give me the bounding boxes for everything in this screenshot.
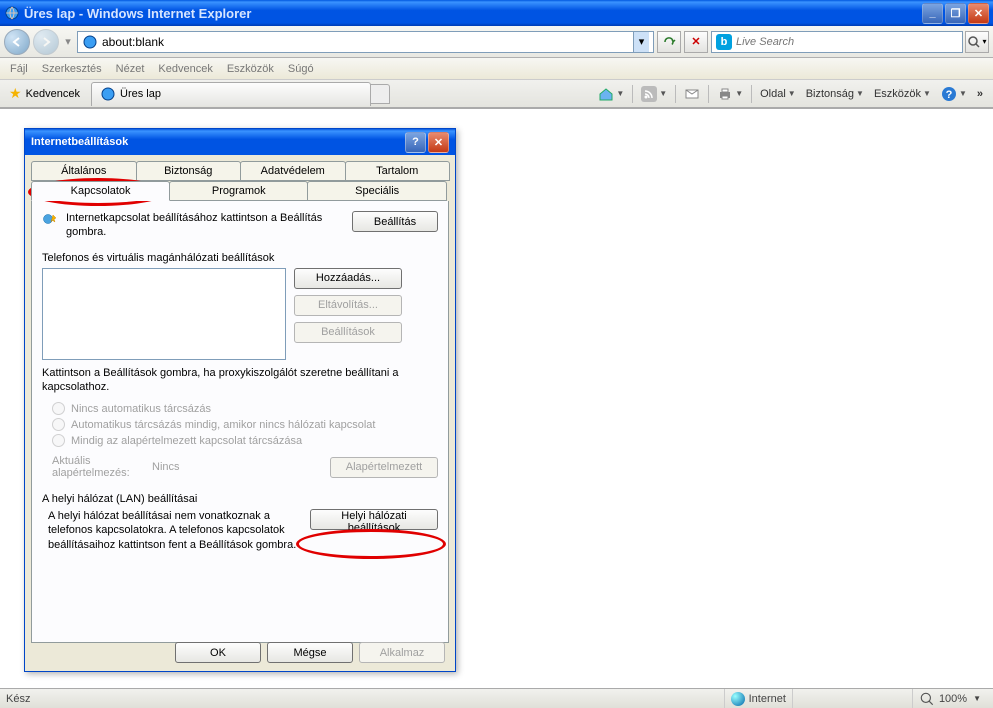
menu-favorites[interactable]: Kedvencek — [152, 61, 218, 77]
tab-connections[interactable]: Kapcsolatok — [31, 181, 170, 201]
dialup-listbox[interactable] — [42, 268, 286, 360]
radio-never-dial: Nincs automatikus tárcsázás — [52, 402, 438, 415]
help-button[interactable]: ? ▼ — [937, 84, 971, 104]
dialup-section-label: Telefonos és virtuális magánhálózati beá… — [42, 252, 438, 264]
favorites-label: Kedvencek — [26, 88, 80, 100]
dialog-tabs: Általános Biztonság Adatvédelem Tartalom… — [25, 155, 455, 201]
proxy-hint: Kattintson a Beállítások gombra, ha prox… — [42, 366, 438, 395]
minimize-button[interactable]: _ — [922, 3, 943, 24]
lan-text: A helyi hálózat beállításai nem vonatkoz… — [42, 509, 302, 552]
menu-edit[interactable]: Szerkesztés — [36, 61, 108, 77]
printer-icon — [717, 86, 733, 102]
mail-button[interactable] — [680, 84, 704, 104]
refresh-button[interactable] — [657, 31, 681, 53]
menu-bar: Fájl Szerkesztés Nézet Kedvencek Eszközö… — [0, 58, 993, 80]
window-titlebar: Üres lap - Windows Internet Explorer _ ❐… — [0, 0, 993, 26]
home-icon — [598, 86, 614, 102]
tab-privacy[interactable]: Adatvédelem — [240, 161, 346, 181]
tab-advanced[interactable]: Speciális — [307, 181, 447, 201]
dialog-help-button[interactable]: ? — [405, 132, 426, 153]
bing-icon: b — [716, 34, 732, 50]
set-default-button: Alapértelmezett — [330, 457, 438, 478]
lan-section-label: A helyi hálózat (LAN) beállításai — [42, 493, 438, 505]
svg-text:?: ? — [946, 89, 953, 101]
add-button[interactable]: Hozzáadás... — [294, 268, 402, 289]
back-button[interactable] — [4, 29, 30, 55]
forward-button[interactable] — [33, 29, 59, 55]
tab-security[interactable]: Biztonság — [136, 161, 242, 181]
tab-title: Üres lap — [120, 88, 161, 100]
apply-button: Alkalmaz — [359, 642, 445, 663]
status-zoom[interactable]: 100% ▼ — [912, 689, 987, 708]
tab-content[interactable]: Tartalom — [345, 161, 451, 181]
new-tab-button[interactable] — [370, 84, 390, 104]
page-icon — [82, 34, 98, 50]
address-dropdown[interactable]: ▾ — [633, 32, 649, 52]
radio-dial-no-net: Automatikus tárcsázás mindig, amikor nin… — [52, 418, 438, 431]
ok-button[interactable]: OK — [175, 642, 261, 663]
tab-general[interactable]: Általános — [31, 161, 137, 181]
url-input[interactable] — [102, 35, 633, 49]
window-close-button[interactable]: ✕ — [968, 3, 989, 24]
print-button[interactable]: ▼ — [713, 84, 747, 104]
rss-icon — [641, 86, 657, 102]
menu-view[interactable]: Nézet — [110, 61, 151, 77]
dialog-close-button[interactable]: ✕ — [428, 132, 449, 153]
menu-help[interactable]: Súgó — [282, 61, 320, 77]
connection-wizard-icon — [42, 211, 58, 227]
status-ready: Kész — [6, 693, 30, 705]
status-bar: Kész Internet 100% ▼ — [0, 688, 993, 708]
ie-icon — [4, 5, 20, 21]
stop-button[interactable]: ✕ — [684, 31, 708, 53]
dialog-titlebar: Internetbeállítások ? ✕ — [25, 129, 455, 155]
home-button[interactable]: ▼ — [594, 84, 628, 104]
globe-icon — [731, 692, 745, 706]
star-icon: ★ — [9, 85, 22, 102]
feeds-button[interactable]: ▼ — [637, 84, 671, 104]
lan-settings-button[interactable]: Helyi hálózati beállítások — [310, 509, 438, 530]
protected-mode-cell — [792, 689, 912, 708]
nav-history-dropdown[interactable]: ▾ — [62, 30, 74, 54]
status-zone[interactable]: Internet — [724, 689, 792, 708]
tools-menu[interactable]: Eszközök▼ — [870, 86, 935, 102]
tab-programs[interactable]: Programok — [169, 181, 308, 201]
address-bar[interactable]: ▾ — [77, 31, 654, 53]
cancel-button[interactable]: Mégse — [267, 642, 353, 663]
setup-text: Internetkapcsolat beállításához kattints… — [66, 211, 344, 240]
menu-file[interactable]: Fájl — [4, 61, 34, 77]
search-input[interactable] — [736, 36, 958, 48]
dialog-title: Internetbeállítások — [31, 136, 128, 148]
remove-button: Eltávolítás... — [294, 295, 402, 316]
radio-always-dial: Mindig az alapértelmezett kapcsolat tárc… — [52, 434, 438, 447]
help-icon: ? — [941, 86, 957, 102]
dial-settings-button: Beállítások — [294, 322, 402, 343]
tab-bar: ★ Kedvencek Üres lap ▼ ▼ — [0, 80, 993, 108]
current-default-label: Aktuális alapértelmezés: — [52, 455, 152, 479]
internet-options-dialog: Internetbeállítások ? ✕ Általános Bizton… — [24, 128, 456, 672]
tab-panel-connections: Internetkapcsolat beállításához kattints… — [31, 201, 449, 643]
favorites-button[interactable]: ★ Kedvencek — [2, 82, 87, 105]
nav-toolbar: ▾ ▾ ✕ b ▾ — [0, 26, 993, 58]
maximize-button[interactable]: ❐ — [945, 3, 966, 24]
search-button[interactable]: ▾ — [965, 31, 989, 53]
browser-tab[interactable]: Üres lap — [91, 82, 371, 106]
page-menu[interactable]: Oldal▼ — [756, 86, 800, 102]
search-box[interactable]: b — [711, 31, 963, 53]
current-default-value: Nincs — [152, 461, 282, 473]
toolbar-overflow[interactable]: » — [973, 86, 987, 102]
window-title: Üres lap - Windows Internet Explorer — [24, 6, 922, 21]
tab-icon — [100, 86, 116, 102]
menu-tools[interactable]: Eszközök — [221, 61, 280, 77]
safety-menu[interactable]: Biztonság▼ — [802, 86, 868, 102]
mail-icon — [684, 86, 700, 102]
zoom-icon — [919, 691, 935, 707]
setup-button[interactable]: Beállítás — [352, 211, 438, 232]
